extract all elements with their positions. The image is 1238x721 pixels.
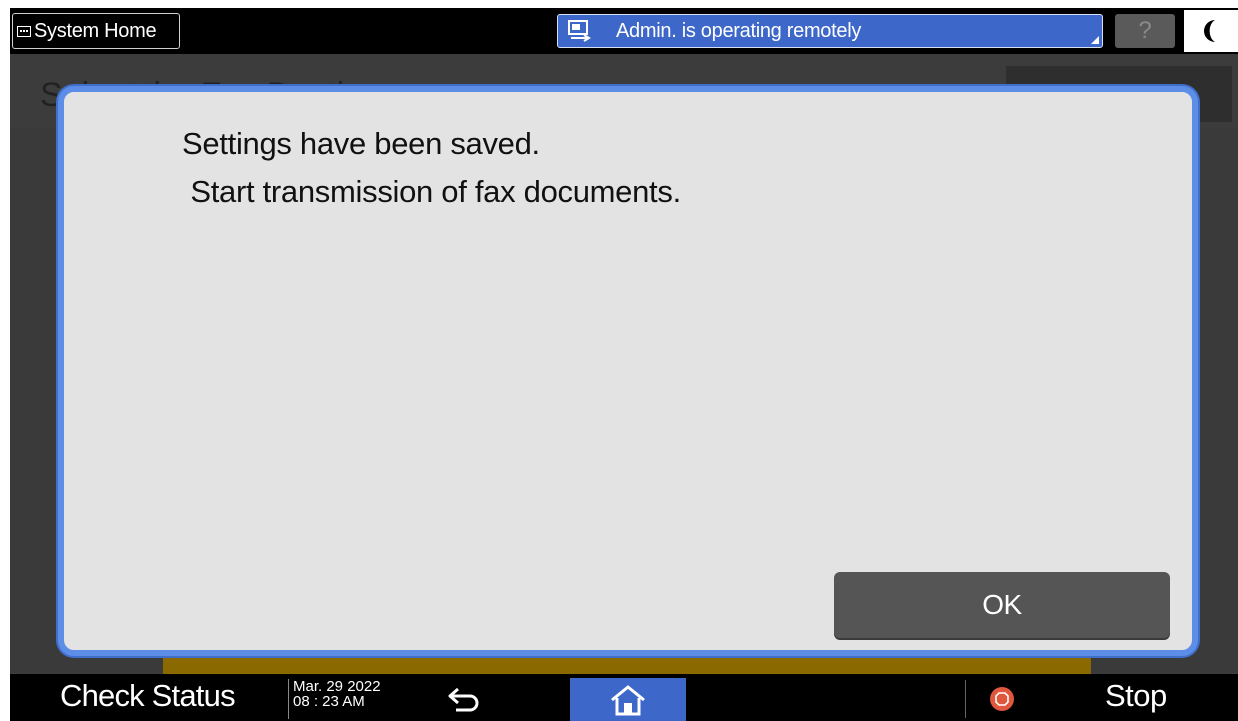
ok-button-label: OK — [982, 589, 1022, 620]
check-status-button[interactable]: Check Status — [60, 678, 236, 714]
system-home-button[interactable]: System Home — [12, 13, 180, 49]
home-button[interactable] — [570, 678, 686, 721]
home-icon — [611, 684, 645, 715]
date-time-display: Mar. 29 2022 08 : 23 AM — [288, 679, 381, 719]
dialog-message-line-2: Start transmission of fax documents. — [182, 174, 681, 209]
remote-operation-banner[interactable]: Admin. is operating remotely — [557, 14, 1103, 48]
system-home-label: System Home — [34, 19, 157, 42]
device-screen: System Home Admin. is operating remotely… — [10, 8, 1238, 721]
expand-corner-icon — [1091, 36, 1099, 44]
top-bar: System Home Admin. is operating remotely… — [10, 8, 1238, 54]
back-arrow-icon[interactable] — [446, 684, 482, 714]
stop-octagon-icon — [995, 692, 1009, 706]
ok-button[interactable]: OK — [834, 572, 1170, 638]
bottom-bar: Check Status Mar. 29 2022 08 : 23 AM Sto… — [10, 674, 1238, 721]
apps-grid-icon — [17, 25, 31, 37]
stop-icon[interactable] — [990, 687, 1014, 711]
bottom-divider — [965, 680, 966, 718]
stop-button[interactable]: Stop — [1105, 678, 1167, 714]
moon-icon — [1204, 20, 1215, 42]
remote-banner-text: Admin. is operating remotely — [616, 19, 862, 42]
energy-saver-button[interactable] — [1184, 10, 1238, 52]
time-text: 08 : 23 AM — [293, 693, 365, 710]
date-text: Mar. 29 2022 — [293, 678, 381, 695]
help-icon: ? — [1138, 17, 1152, 44]
status-bar-strip — [163, 653, 1091, 674]
help-button[interactable]: ? — [1115, 14, 1175, 48]
remote-operation-icon — [568, 20, 591, 42]
confirmation-dialog: Settings have been saved. Start transmis… — [58, 86, 1198, 656]
dialog-message-line-1: Settings have been saved. — [182, 126, 540, 161]
